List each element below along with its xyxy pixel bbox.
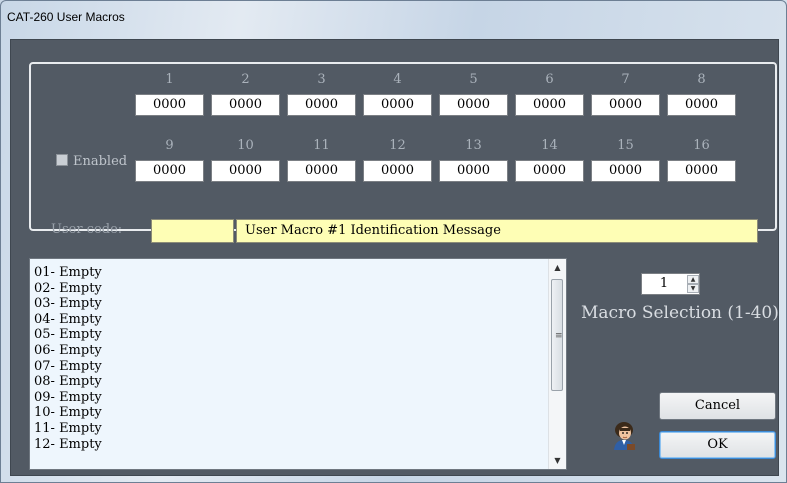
ok-button[interactable]: OK bbox=[659, 431, 776, 459]
list-item[interactable]: 03- Empty bbox=[34, 296, 566, 312]
list-item[interactable]: 01- Empty bbox=[34, 265, 566, 281]
identification-message-input[interactable]: User Macro #1 Identification Message bbox=[236, 219, 758, 243]
list-item[interactable]: 04- Empty bbox=[34, 312, 566, 328]
macro-list: 01- Empty 02- Empty 03- Empty 04- Empty 05- … bbox=[30, 259, 566, 452]
list-item[interactable]: 11- Empty bbox=[34, 421, 566, 437]
macro-code-group: 1 0000 2 0000 3 0000 4 0000 5 0000 6 0000 7 0000 8 0000… bbox=[29, 62, 777, 243]
macro-selection-spinner[interactable]: 1 ▲ ▼ bbox=[641, 273, 700, 295]
list-item[interactable]: 08- Empty bbox=[34, 374, 566, 390]
macro-code-input[interactable]: 0000 bbox=[211, 160, 280, 182]
macro-slot-number: 5 bbox=[469, 72, 478, 87]
macro-slot-number: 13 bbox=[465, 138, 482, 153]
dialog-window: CAT-260 User Macros 1 0000 2 0000 3 0000 4 0000… bbox=[0, 0, 787, 483]
macro-slot-number: 7 bbox=[621, 72, 630, 87]
scroll-up-arrow-icon[interactable]: ▲ bbox=[549, 259, 566, 276]
list-scrollbar[interactable]: ▲ ≡ ▼ bbox=[548, 259, 566, 469]
list-item[interactable]: 05- Empty bbox=[34, 327, 566, 343]
cancel-button[interactable]: Cancel bbox=[659, 392, 776, 420]
macro-slot-number: 15 bbox=[617, 138, 634, 153]
macro-code-input[interactable]: 0000 bbox=[439, 94, 508, 116]
macro-slot-number: 6 bbox=[545, 72, 554, 87]
macro-slot-number: 3 bbox=[317, 72, 326, 87]
macro-slot-number: 11 bbox=[313, 138, 330, 153]
macro-slot-number: 2 bbox=[241, 72, 250, 87]
checkbox-box[interactable] bbox=[56, 154, 68, 166]
list-item[interactable]: 07- Empty bbox=[34, 359, 566, 375]
macro-code-input[interactable]: 0000 bbox=[591, 94, 660, 116]
macro-code-input[interactable]: 0000 bbox=[135, 160, 204, 182]
title-bar[interactable]: CAT-260 User Macros bbox=[1, 1, 786, 39]
scroll-grip-icon: ≡ bbox=[555, 331, 563, 341]
list-item[interactable]: 02- Empty bbox=[34, 281, 566, 297]
macro-code-input[interactable]: 0000 bbox=[287, 160, 356, 182]
macro-slot-number: 12 bbox=[389, 138, 406, 153]
macro-code-input[interactable]: 0000 bbox=[363, 160, 432, 182]
macro-slot-number: 4 bbox=[393, 72, 402, 87]
macro-code-input[interactable]: 0000 bbox=[363, 94, 432, 116]
user-code-input[interactable] bbox=[151, 219, 234, 243]
macro-code-input[interactable]: 0000 bbox=[515, 94, 584, 116]
window-title: CAT-260 User Macros bbox=[7, 10, 125, 24]
macro-slot-number: 1 bbox=[165, 72, 174, 87]
macro-code-input[interactable]: 0000 bbox=[135, 94, 204, 116]
scroll-thumb[interactable]: ≡ bbox=[551, 279, 563, 391]
enabled-checkbox[interactable]: Enabled bbox=[56, 154, 127, 169]
user-code-label: User code: bbox=[51, 222, 123, 237]
list-item[interactable]: 09- Empty bbox=[34, 390, 566, 406]
macro-slot-number: 10 bbox=[237, 138, 254, 153]
macro-code-input[interactable]: 0000 bbox=[287, 94, 356, 116]
macro-slot-number: 9 bbox=[165, 138, 174, 153]
user-avatar-icon bbox=[614, 422, 635, 450]
scroll-down-arrow-icon[interactable]: ▼ bbox=[549, 452, 566, 469]
dialog-client-area: 1 0000 2 0000 3 0000 4 0000 5 0000 6 0000 7 0000 8 0000… bbox=[10, 39, 779, 476]
list-item[interactable]: 12- Empty bbox=[34, 437, 566, 453]
macro-slot-number: 8 bbox=[697, 72, 706, 87]
macro-code-input[interactable]: 0000 bbox=[515, 160, 584, 182]
macro-listbox[interactable]: 01- Empty 02- Empty 03- Empty 04- Empty 05- … bbox=[29, 258, 567, 470]
macro-slot-number: 14 bbox=[541, 138, 558, 153]
enabled-label: Enabled bbox=[73, 154, 128, 169]
macro-code-input[interactable]: 0000 bbox=[211, 94, 280, 116]
macro-slot-number: 16 bbox=[693, 138, 710, 153]
macro-code-input[interactable]: 0000 bbox=[667, 160, 736, 182]
list-item[interactable]: 10- Empty bbox=[34, 405, 566, 421]
macro-selection-label: Macro Selection (1-40) bbox=[581, 303, 779, 323]
list-item[interactable]: 06- Empty bbox=[34, 343, 566, 359]
macro-selection-value[interactable]: 1 bbox=[642, 274, 686, 294]
spin-up-icon[interactable]: ▲ bbox=[687, 275, 699, 284]
macro-code-input[interactable]: 0000 bbox=[667, 94, 736, 116]
macro-code-input[interactable]: 0000 bbox=[439, 160, 508, 182]
spin-down-icon[interactable]: ▼ bbox=[687, 284, 699, 293]
macro-code-input[interactable]: 0000 bbox=[591, 160, 660, 182]
